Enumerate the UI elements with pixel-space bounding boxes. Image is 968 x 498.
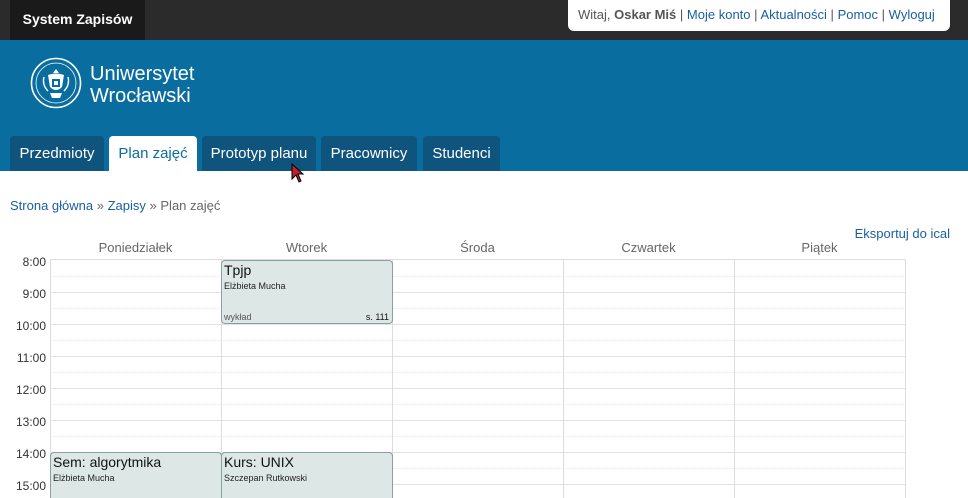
hour-label: 8:00	[22, 255, 46, 269]
header: Uniwersytet Wrocławski Przedmioty Plan z…	[0, 40, 968, 171]
hour-label: 12:00	[15, 383, 46, 397]
breadcrumb-current: Plan zajęć	[160, 198, 221, 213]
tab-plan-zajec[interactable]: Plan zajęć	[109, 136, 197, 171]
my-account-link[interactable]: Moje konto	[687, 7, 751, 22]
university-name-line1: Uniwersytet	[90, 63, 195, 85]
event-teacher: Szczepan Rutkowski	[224, 473, 308, 483]
hour-label: 9:00	[22, 287, 46, 301]
hour-label: 11:00	[16, 351, 46, 365]
tab-przedmioty[interactable]: Przedmioty	[10, 136, 104, 171]
app-title[interactable]: System Zapisów	[10, 0, 145, 40]
hour-label: 14:00	[15, 447, 46, 461]
greeting: Witaj,	[578, 7, 611, 22]
user-name: Oskar Miś	[614, 7, 677, 22]
top-bar: System Zapisów Witaj, Oskar Miś | Moje k…	[0, 0, 968, 40]
event-title: Tpjp	[224, 262, 252, 278]
news-link[interactable]: Aktualności	[760, 7, 826, 22]
breadcrumb: Strona główna » Zapisy » Plan zajęć	[10, 198, 221, 213]
event-tpjp[interactable]: Tpjp Elżbieta Mucha wykład s. 111	[221, 260, 393, 324]
event-type: wykład	[224, 312, 252, 322]
hour-label: 13:00	[15, 415, 46, 429]
day-header-tuesday: Wtorek	[285, 240, 328, 255]
event-sem-algorytmika[interactable]: Sem: algorytmika Elżbieta Mucha	[50, 452, 222, 498]
hour-label: 10:00	[15, 319, 46, 333]
event-teacher: Elżbieta Mucha	[224, 281, 286, 291]
breadcrumb-home[interactable]: Strona główna	[10, 198, 93, 213]
timetable-grid: Tpjp Elżbieta Mucha wykład s. 111 Sem: a…	[50, 259, 906, 498]
day-header-thursday: Czwartek	[621, 240, 676, 255]
event-kurs-unix[interactable]: Kurs: UNIX Szczepan Rutkowski	[221, 452, 393, 498]
breadcrumb-zapisy[interactable]: Zapisy	[108, 198, 146, 213]
university-name-line2: Wrocławski	[90, 85, 191, 107]
tab-pracownicy[interactable]: Pracownicy	[321, 136, 417, 171]
event-title: Sem: algorytmika	[53, 454, 162, 470]
university-logo-icon[interactable]	[30, 57, 82, 109]
event-title: Kurs: UNIX	[224, 454, 295, 470]
export-ical-link[interactable]: Eksportuj do ical	[855, 226, 950, 241]
user-bar: Witaj, Oskar Miś | Moje konto | Aktualno…	[568, 0, 950, 31]
hour-label: 15:00	[15, 479, 46, 493]
university-name: Uniwersytet Wrocławski	[90, 63, 194, 107]
tab-studenci[interactable]: Studenci	[423, 136, 500, 171]
day-header-friday: Piątek	[801, 240, 838, 255]
day-header-monday: Poniedziałek	[98, 240, 173, 255]
event-teacher: Elżbieta Mucha	[53, 473, 115, 483]
help-link[interactable]: Pomoc	[838, 7, 878, 22]
logout-link[interactable]: Wyloguj	[889, 7, 935, 22]
day-header-wednesday: Środa	[460, 240, 495, 255]
event-room: s. 111	[365, 312, 389, 322]
mouse-cursor-icon	[291, 163, 305, 183]
